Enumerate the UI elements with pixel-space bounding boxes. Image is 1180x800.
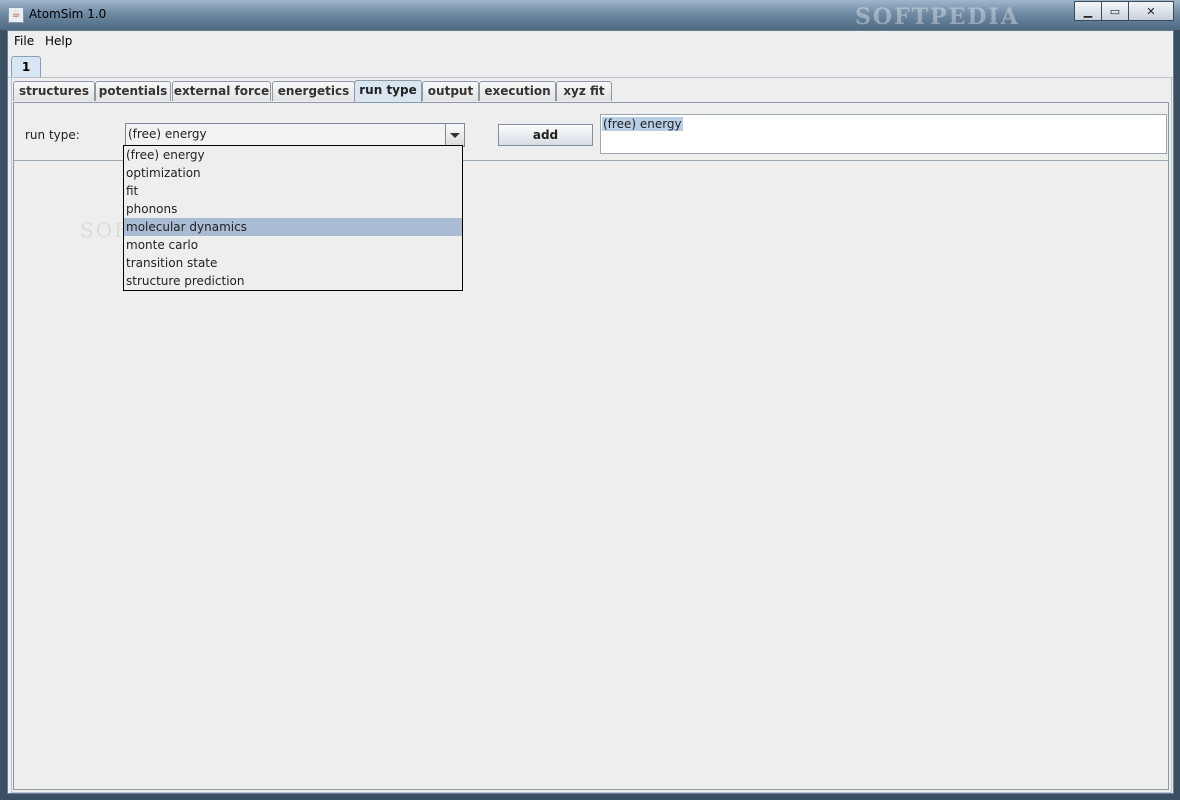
window-controls: ▁ ▭ ✕ (1074, 1, 1174, 21)
tab-energetics[interactable]: energetics (272, 81, 355, 101)
run-type-dropdown-list[interactable]: (free) energy optimization fit phonons m… (123, 145, 463, 291)
list-item[interactable]: (free) energy (602, 117, 683, 131)
close-icon: ✕ (1146, 4, 1156, 18)
maximize-icon: ▭ (1109, 4, 1121, 18)
run-type-label: run type: (25, 128, 80, 142)
tab-external-force[interactable]: external force (172, 81, 271, 101)
chevron-down-icon[interactable] (445, 124, 464, 146)
dropdown-option-phonons[interactable]: phonons (124, 200, 462, 218)
dropdown-option-molecular-dynamics[interactable]: molecular dynamics (124, 218, 462, 236)
document-tabs: 1 (8, 55, 1173, 78)
softpedia-watermark: SOFTPEDIA (855, 4, 1020, 30)
window-title: AtomSim 1.0 (29, 7, 107, 21)
minimize-button[interactable]: ▁ (1074, 1, 1102, 21)
minimize-icon: ▁ (1083, 4, 1093, 18)
tab-output[interactable]: output (422, 81, 479, 101)
dropdown-option-monte-carlo[interactable]: monte carlo (124, 236, 462, 254)
menu-file[interactable]: File (14, 34, 34, 48)
run-type-combobox[interactable]: (free) energy (125, 123, 465, 147)
tab-run-type[interactable]: run type (354, 80, 422, 103)
menu-bar: File Help (8, 31, 1173, 53)
window-body: File Help 1 structures potentials extern… (7, 30, 1174, 794)
dropdown-option-fit[interactable]: fit (124, 182, 462, 200)
title-bar: ☕ AtomSim 1.0 SOFTPEDIA ▁ ▭ ✕ (0, 0, 1180, 30)
doc-tab-1[interactable]: 1 (11, 56, 41, 78)
java-app-icon: ☕ (8, 7, 24, 23)
tab-xyz-fit[interactable]: xyz fit (556, 81, 612, 101)
dropdown-option-transition-state[interactable]: transition state (124, 254, 462, 272)
dropdown-option-free-energy[interactable]: (free) energy (124, 146, 462, 164)
add-button[interactable]: add (498, 124, 593, 146)
close-button[interactable]: ✕ (1128, 1, 1174, 21)
dropdown-option-structure-prediction[interactable]: structure prediction (124, 272, 462, 290)
menu-help[interactable]: Help (45, 34, 72, 48)
run-type-selected-value: (free) energy (128, 127, 207, 141)
tab-structures[interactable]: structures (13, 81, 95, 101)
maximize-button[interactable]: ▭ (1101, 1, 1129, 21)
tab-potentials[interactable]: potentials (95, 81, 171, 101)
selected-run-types-list[interactable]: (free) energy (600, 114, 1167, 154)
tab-execution[interactable]: execution (479, 81, 556, 101)
dropdown-option-optimization[interactable]: optimization (124, 164, 462, 182)
